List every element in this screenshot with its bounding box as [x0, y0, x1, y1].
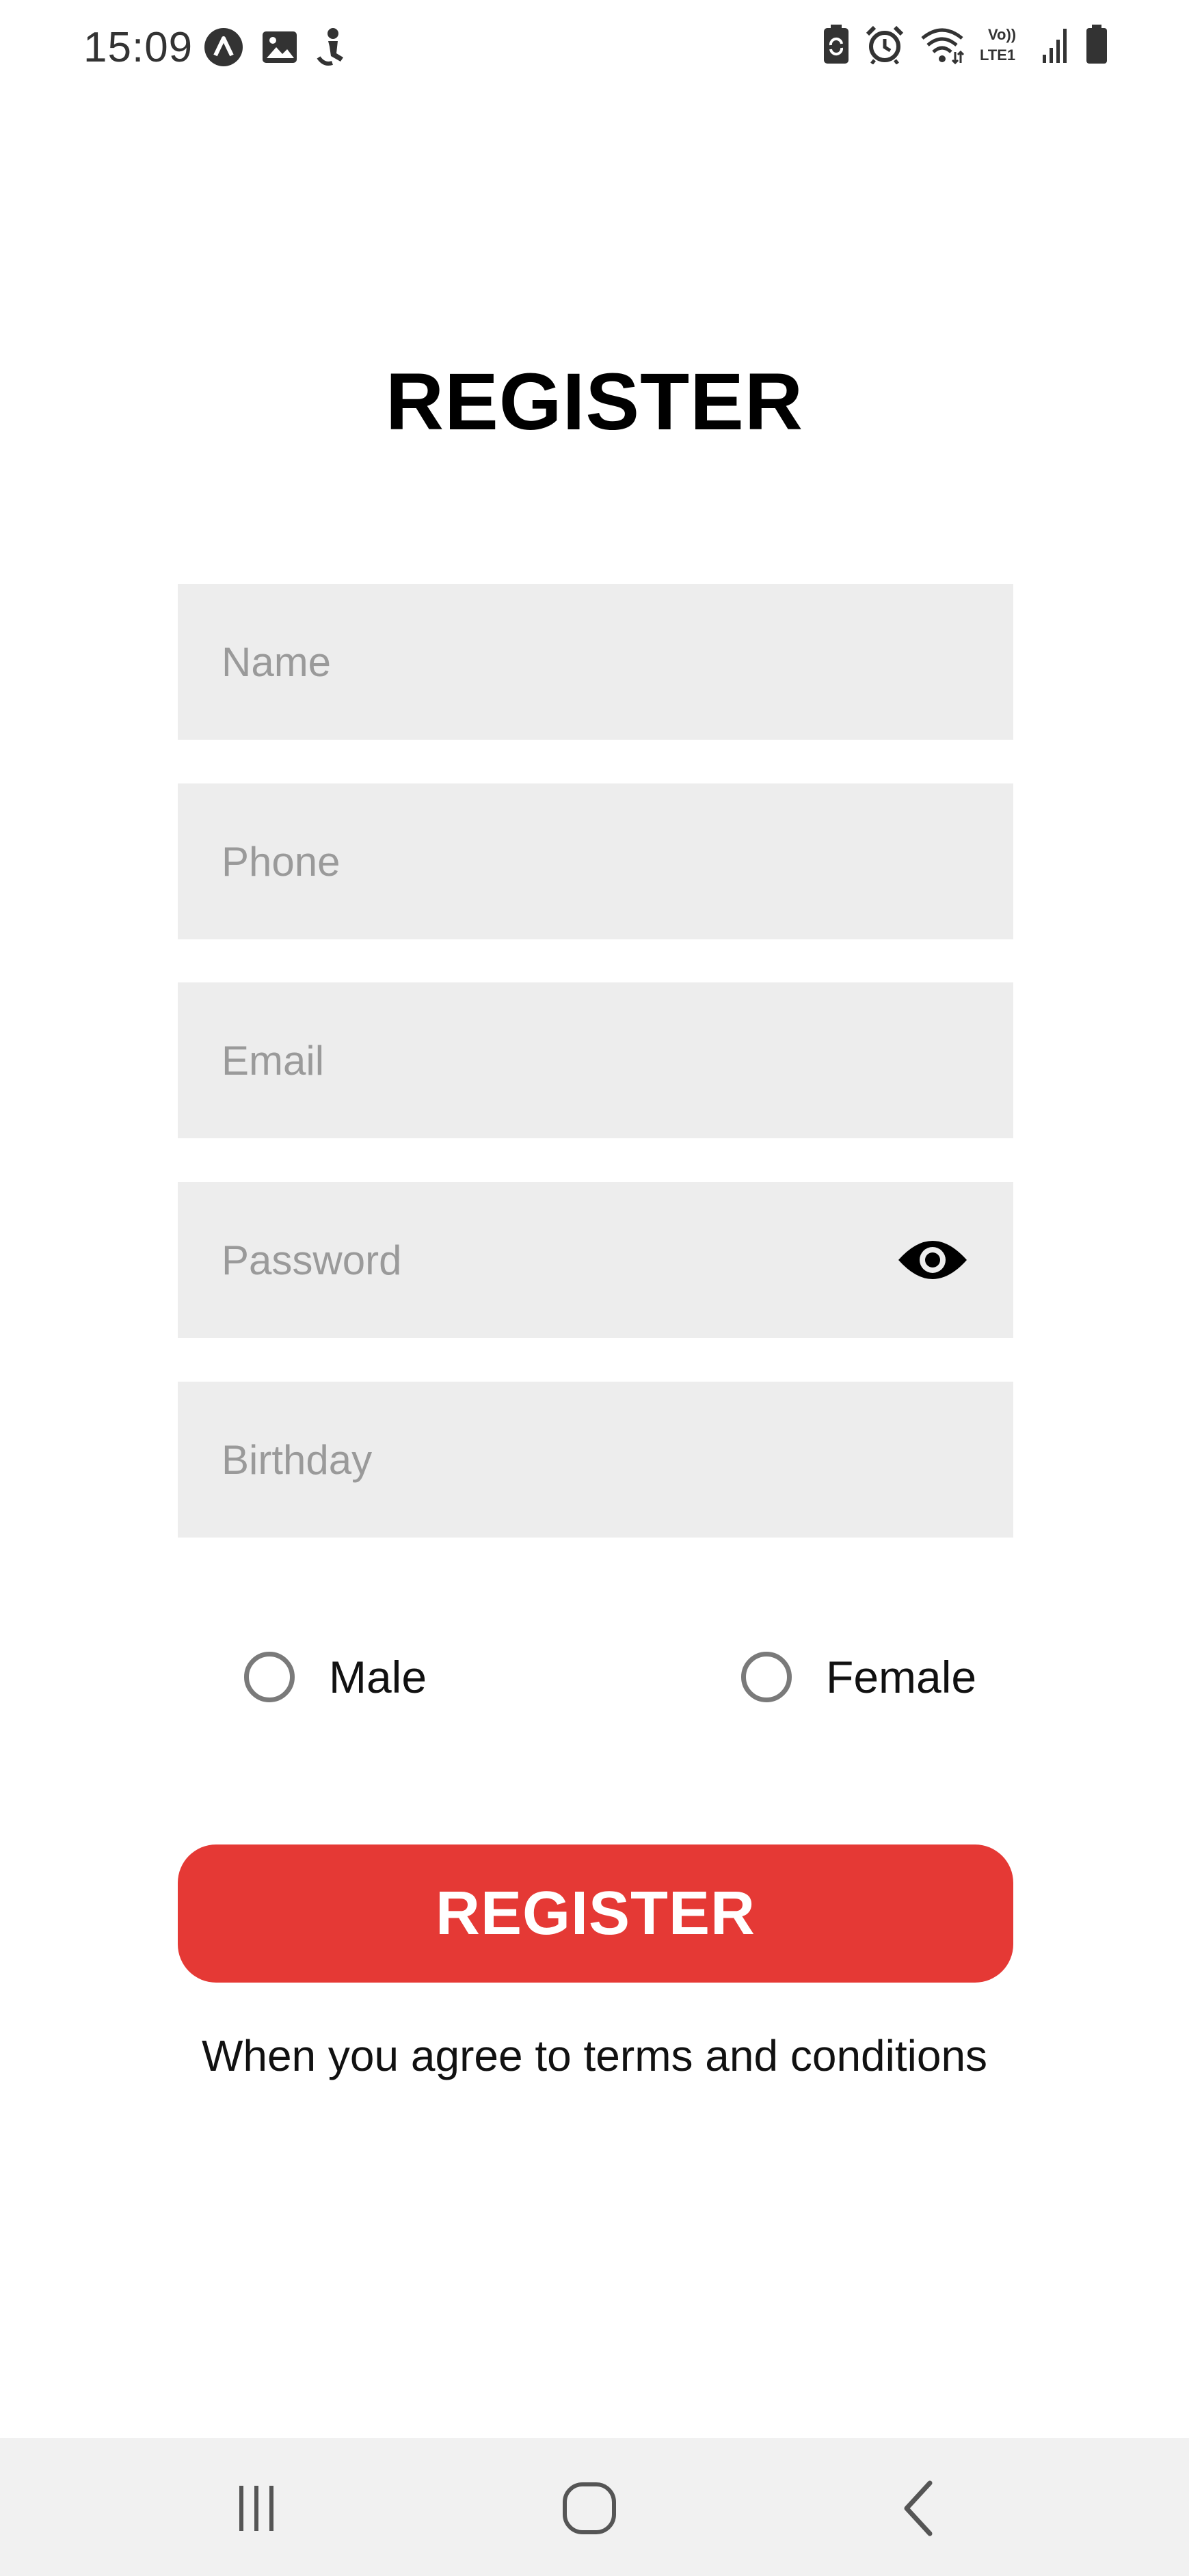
register-button[interactable]: REGISTER [178, 1844, 1013, 1983]
birthday-input[interactable] [178, 1382, 1013, 1538]
email-input[interactable] [178, 982, 1013, 1138]
battery-saver-icon [823, 25, 850, 64]
terms-text: When you agree to terms and conditions [201, 2031, 988, 2080]
battery-icon [1085, 25, 1108, 64]
system-status-icons: Vo)) LTE1 [823, 25, 1108, 64]
phone-field [178, 783, 1013, 939]
female-label: Female [826, 1652, 977, 1702]
gender-option-male[interactable]: Male [244, 1646, 427, 1708]
page-title: REGISTER [385, 357, 804, 447]
register-screen: 15:09 Vo)) LTE1 REGISTER Name Phone Emai… [0, 0, 1189, 2576]
status-time: 15:09 [83, 24, 193, 71]
name-input[interactable] [178, 584, 1013, 740]
female-radio[interactable] [741, 1652, 792, 1702]
gender-option-female[interactable]: Female [741, 1646, 976, 1708]
back-icon[interactable] [882, 2478, 957, 2539]
app-a-icon [204, 27, 243, 67]
signal-icon [1041, 25, 1070, 64]
volte-lte1-icon: Vo)) LTE1 [980, 25, 1026, 64]
alarm-icon [865, 25, 905, 64]
male-label: Male [329, 1652, 427, 1702]
name-field [178, 584, 1013, 740]
person-icon [316, 27, 347, 67]
email-field [178, 982, 1013, 1138]
navigation-bar [0, 2438, 1189, 2576]
home-icon[interactable] [552, 2478, 627, 2539]
svg-text:Vo)): Vo)) [988, 26, 1016, 43]
recent-apps-icon[interactable] [219, 2478, 294, 2539]
svg-text:LTE1: LTE1 [980, 46, 1015, 64]
male-radio[interactable] [244, 1652, 295, 1702]
wifi-icon [920, 25, 965, 64]
notification-icons [204, 27, 347, 67]
birthday-field [178, 1382, 1013, 1538]
eye-icon[interactable] [897, 1235, 968, 1285]
password-input[interactable] [178, 1182, 1013, 1338]
phone-input[interactable] [178, 783, 1013, 939]
status-bar: 15:09 Vo)) LTE1 [0, 0, 1189, 96]
image-icon [261, 29, 298, 66]
password-field [178, 1182, 1013, 1338]
